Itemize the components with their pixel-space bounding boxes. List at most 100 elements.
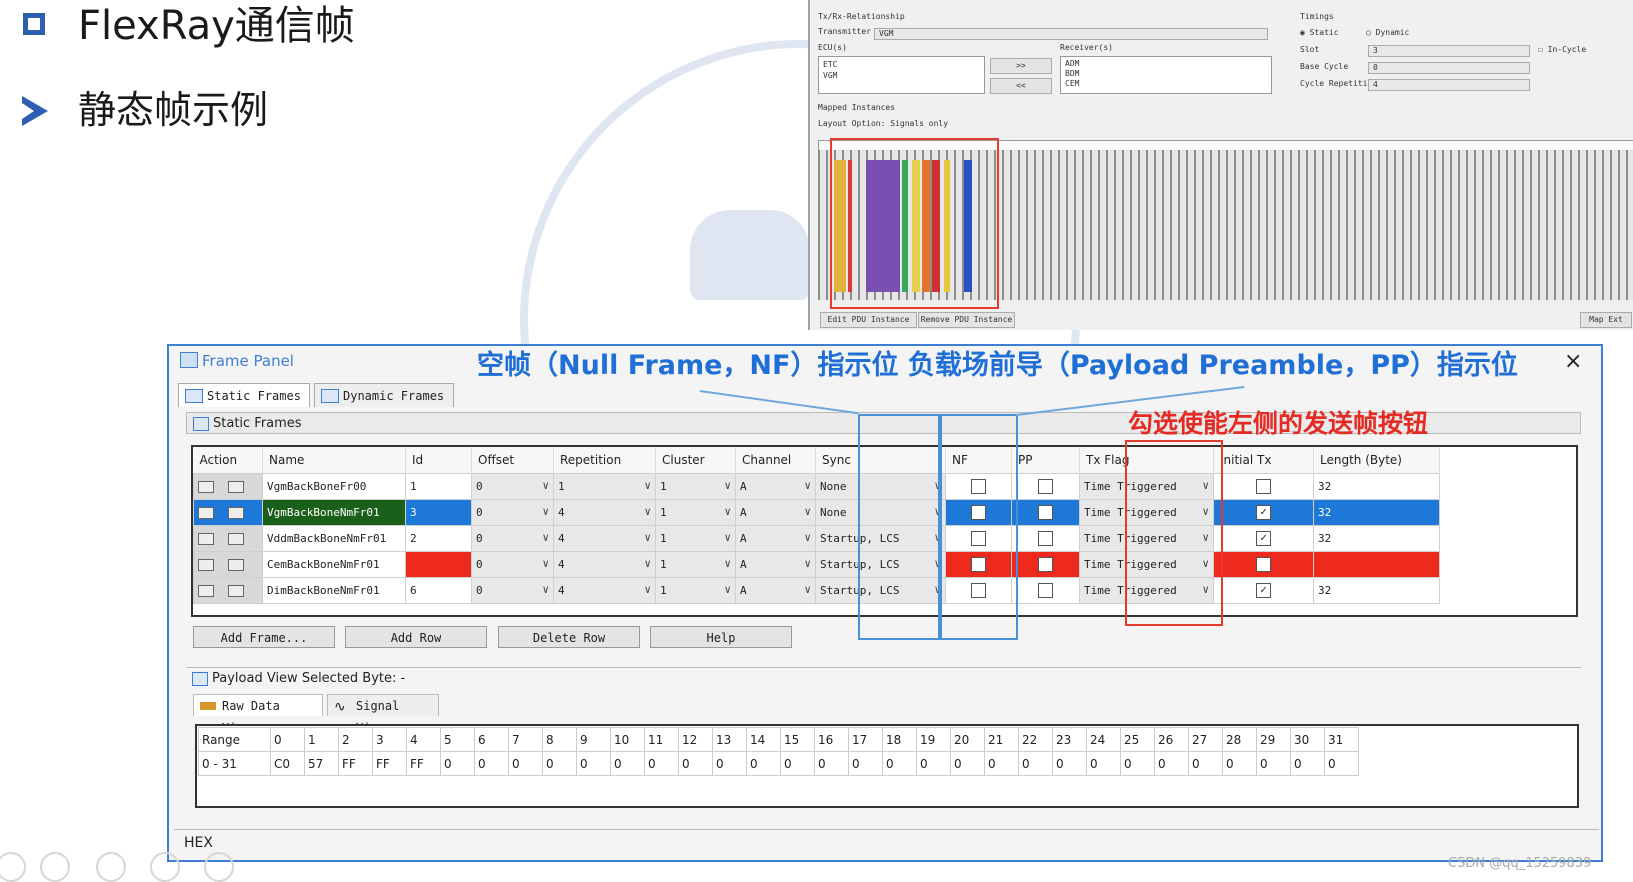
raw-byte-cell[interactable]: 0 xyxy=(542,751,577,776)
id-cell[interactable]: 1 xyxy=(405,473,472,500)
raw-byte-cell[interactable]: FF xyxy=(338,751,373,776)
table-row[interactable]: VgmBackBoneFr00 1 0 1 1 A None Time Trig… xyxy=(193,473,1440,500)
action-cell[interactable] xyxy=(193,525,263,552)
cluster-cell[interactable]: 1 xyxy=(655,499,736,526)
raw-byte-cell[interactable]: 0 xyxy=(1052,751,1087,776)
slot-combo[interactable]: 3 xyxy=(1368,45,1530,57)
length-cell[interactable]: 32 xyxy=(1313,525,1440,552)
tab-raw-data-view[interactable]: Raw Data View xyxy=(193,694,323,735)
raw-byte-cell[interactable]: 0 xyxy=(644,751,679,776)
channel-cell[interactable]: A xyxy=(735,551,816,578)
id-cell[interactable]: 6 xyxy=(405,577,472,604)
id-cell[interactable]: 2 xyxy=(405,525,472,552)
length-cell[interactable]: 32 xyxy=(1313,551,1440,578)
offset-cell[interactable]: 0 xyxy=(471,499,554,526)
raw-byte-cell[interactable]: 0 xyxy=(678,751,713,776)
transmitter-combo[interactable]: VGM xyxy=(874,28,1268,40)
repetition-cell[interactable]: 4 xyxy=(553,551,656,578)
raw-byte-cell[interactable]: 0 xyxy=(916,751,951,776)
cluster-cell[interactable]: 1 xyxy=(655,577,736,604)
pp-checkbox[interactable] xyxy=(1011,551,1080,578)
action-cell[interactable] xyxy=(193,499,263,526)
raw-byte-cell[interactable]: 0 xyxy=(712,751,747,776)
initial-tx-checkbox[interactable] xyxy=(1213,473,1314,500)
add-receiver-button[interactable]: >> xyxy=(990,58,1052,74)
offset-cell[interactable]: 0 xyxy=(471,473,554,500)
raw-byte-cell[interactable]: 0 xyxy=(1154,751,1189,776)
raw-byte-cell[interactable]: 0 xyxy=(610,751,645,776)
raw-byte-cell[interactable]: 0 xyxy=(1120,751,1155,776)
raw-byte-cell[interactable]: 0 xyxy=(950,751,985,776)
raw-byte-cell[interactable]: C0 xyxy=(270,751,305,776)
raw-byte-cell[interactable]: 0 xyxy=(1290,751,1325,776)
table-row[interactable]: CemBackBoneNmFr01 8 0 4 1 A Startup, LCS… xyxy=(193,551,1440,578)
name-cell[interactable]: DimBackBoneNmFr01 xyxy=(262,577,406,604)
pp-checkbox[interactable] xyxy=(1011,499,1080,526)
raw-byte-cell[interactable]: 0 xyxy=(780,751,815,776)
base-cycle-combo[interactable]: 0 xyxy=(1368,62,1530,74)
repetition-cell[interactable]: 1 xyxy=(553,473,656,500)
slides-icon[interactable] xyxy=(96,852,126,882)
repetition-cell[interactable]: 4 xyxy=(553,499,656,526)
initial-tx-checkbox[interactable]: ✓ xyxy=(1213,499,1314,526)
cluster-cell[interactable]: 1 xyxy=(655,473,736,500)
channel-cell[interactable]: A xyxy=(735,525,816,552)
name-cell[interactable]: VgmBackBoneFr00 xyxy=(262,473,406,500)
id-cell[interactable]: 3 xyxy=(405,499,472,526)
raw-byte-cell[interactable]: 57 xyxy=(304,751,339,776)
pp-checkbox[interactable] xyxy=(1011,525,1080,552)
more-icon[interactable] xyxy=(204,852,234,882)
in-cycle-checkbox[interactable]: ☐ In-Cycle xyxy=(1538,45,1586,54)
add-row-button[interactable]: Add Row xyxy=(345,626,487,648)
table-row[interactable]: DimBackBoneNmFr01 6 0 4 1 A Startup, LCS… xyxy=(193,577,1440,604)
raw-byte-cell[interactable]: 0 xyxy=(746,751,781,776)
raw-byte-cell[interactable]: 0 xyxy=(984,751,1019,776)
initial-tx-checkbox[interactable]: ✓ xyxy=(1213,525,1314,552)
repetition-cell[interactable]: 4 xyxy=(553,525,656,552)
channel-cell[interactable]: A xyxy=(735,499,816,526)
initial-tx-checkbox[interactable] xyxy=(1213,551,1314,578)
raw-byte-cell[interactable]: 0 xyxy=(508,751,543,776)
length-cell[interactable]: 32 xyxy=(1313,577,1440,604)
raw-byte-cell[interactable]: 0 xyxy=(882,751,917,776)
tab-signal-view[interactable]: ∿Signal View xyxy=(327,694,439,735)
name-cell[interactable]: CemBackBoneNmFr01 xyxy=(262,551,406,578)
raw-byte-cell[interactable]: 0 xyxy=(848,751,883,776)
pen-icon[interactable] xyxy=(40,852,70,882)
offset-cell[interactable]: 0 xyxy=(471,551,554,578)
raw-byte-cell[interactable]: 0 xyxy=(814,751,849,776)
cluster-cell[interactable]: 1 xyxy=(655,551,736,578)
static-radio[interactable]: ◉ Static xyxy=(1300,28,1339,37)
action-cell[interactable] xyxy=(193,473,263,500)
table-row[interactable]: VddmBackBoneNmFr01 2 0 4 1 A Startup, LC… xyxy=(193,525,1440,552)
raw-byte-cell[interactable]: 0 xyxy=(1256,751,1291,776)
raw-byte-cell[interactable]: 0 xyxy=(1086,751,1121,776)
map-ext-button[interactable]: Map Ext xyxy=(1580,312,1632,328)
delete-row-button[interactable]: Delete Row xyxy=(498,626,640,648)
remove-receiver-button[interactable]: << xyxy=(990,78,1052,94)
raw-byte-cell[interactable]: 0 xyxy=(474,751,509,776)
add-frame-button[interactable]: Add Frame... xyxy=(193,626,335,648)
prev-slide-icon[interactable] xyxy=(0,852,26,882)
table-row[interactable]: VgmBackBoneNmFr01 3 0 4 1 A None Time Tr… xyxy=(193,499,1440,526)
close-icon[interactable]: × xyxy=(1564,349,1582,374)
tab-static-frames[interactable]: Static Frames xyxy=(178,383,310,407)
channel-cell[interactable]: A xyxy=(735,577,816,604)
tab-dynamic-frames[interactable]: Dynamic Frames xyxy=(314,383,454,407)
name-cell[interactable]: VddmBackBoneNmFr01 xyxy=(262,525,406,552)
help-button[interactable]: Help xyxy=(650,626,792,648)
pp-checkbox[interactable] xyxy=(1011,577,1080,604)
action-cell[interactable] xyxy=(193,551,263,578)
length-cell[interactable]: 32 xyxy=(1313,499,1440,526)
raw-byte-cell[interactable]: 0 xyxy=(576,751,611,776)
raw-byte-cell[interactable]: 0 xyxy=(440,751,475,776)
raw-byte-cell[interactable]: 0 xyxy=(1222,751,1257,776)
remove-pdu-instance-button[interactable]: Remove PDU Instance xyxy=(918,312,1015,328)
pp-checkbox[interactable] xyxy=(1011,473,1080,500)
dynamic-radio[interactable]: ○ Dynamic xyxy=(1366,28,1409,37)
raw-byte-cell[interactable]: 0 xyxy=(1188,751,1223,776)
raw-data-row[interactable]: 0 - 31 C0 57 FF FF FF 0 0 0 0 0 0 0 0 0 0 0 0 0 0 0 0 0 0 0 0 0 0 0 0… xyxy=(198,751,1359,776)
edit-pdu-instance-button[interactable]: Edit PDU Instance xyxy=(820,312,917,328)
cluster-cell[interactable]: 1 xyxy=(655,525,736,552)
repetition-cell[interactable]: 4 xyxy=(553,577,656,604)
